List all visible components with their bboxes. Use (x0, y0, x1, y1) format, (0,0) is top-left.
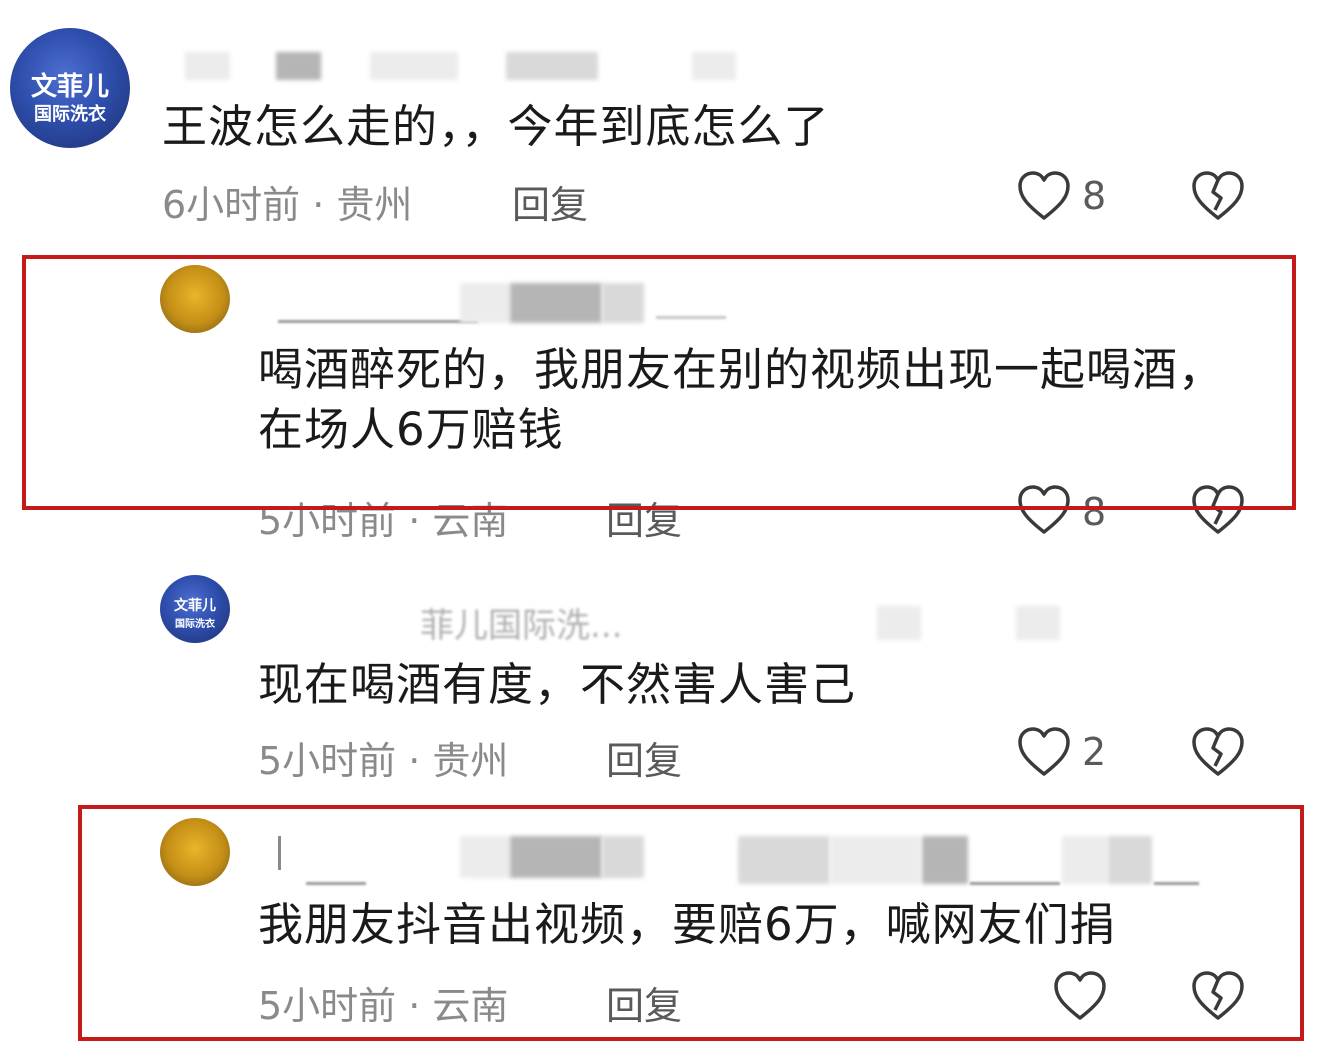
avatar-text-top: 文菲儿 (174, 598, 216, 614)
avatar-text-top: 文菲儿 (30, 72, 109, 102)
comment-meta: 6小时前 · 贵州 (162, 183, 413, 227)
broken-heart-icon[interactable] (1190, 726, 1246, 778)
redacted-block (1016, 606, 1060, 640)
comment-text: 现在喝酒有度，不然害人害己 (258, 658, 857, 711)
username-redacted[interactable] (180, 48, 740, 84)
highlight-box (78, 805, 1304, 1041)
broken-heart-icon[interactable] (1190, 170, 1246, 222)
like-count: 8 (1082, 174, 1107, 218)
highlight-box (22, 255, 1296, 510)
heart-icon[interactable] (1016, 726, 1072, 778)
avatar-text-bottom: 国际洗衣 (175, 619, 215, 630)
avatar[interactable]: 文菲儿 国际洗衣 (10, 28, 130, 148)
username-partial[interactable]: 菲儿国际洗... (420, 598, 622, 647)
avatar[interactable]: 文菲儿 国际洗衣 (160, 575, 230, 643)
redacted-block (877, 606, 921, 640)
avatar-text-bottom: 国际洗衣 (34, 104, 106, 125)
comment-text: 王波怎么走的，，今年到底怎么了 (162, 100, 830, 153)
like-count: 2 (1082, 730, 1107, 774)
comment-meta: 5小时前 · 贵州 (258, 739, 509, 783)
reply-button[interactable]: 回复 (512, 174, 588, 229)
heart-icon[interactable] (1016, 170, 1072, 222)
reply-button[interactable]: 回复 (606, 730, 682, 785)
